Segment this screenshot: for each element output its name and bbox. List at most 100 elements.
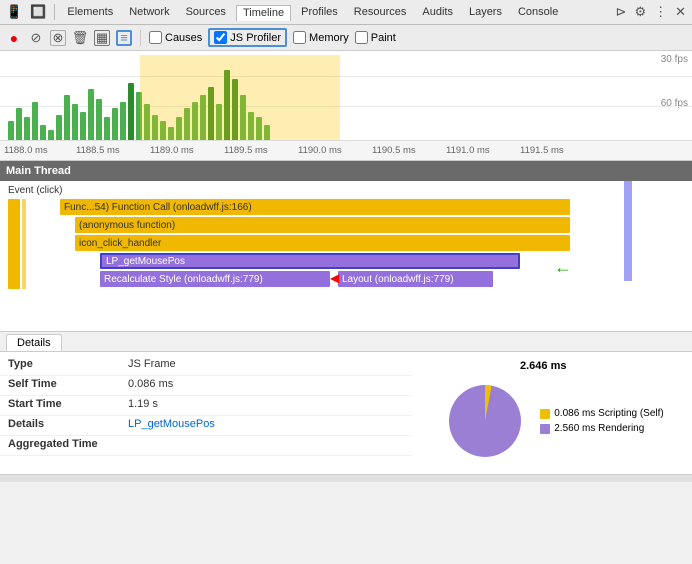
chart-bar-10 xyxy=(88,89,94,140)
yellow-thin-bar xyxy=(22,199,26,289)
chart-bar-11 xyxy=(96,99,102,140)
tab-timeline[interactable]: Timeline xyxy=(236,5,291,21)
settings-icon[interactable]: ⚙ xyxy=(632,4,648,20)
pie-section: 2.646 ms 0.086 ms Scripting (Self) xyxy=(412,352,692,474)
flame-bar-recalculate[interactable]: Recalculate Style (onloadwff.js:779) xyxy=(100,271,330,287)
causes-checkbox-label[interactable]: Causes xyxy=(149,31,202,44)
record-button[interactable]: ● xyxy=(6,30,22,46)
chart-bar-14 xyxy=(120,102,126,140)
tab-sources[interactable]: Sources xyxy=(180,5,232,19)
mobile-icon[interactable]: 📱 xyxy=(4,4,24,20)
flame-row-0: Event (click) xyxy=(0,181,692,199)
pie-legend: 0.086 ms Scripting (Self) 2.560 ms Rende… xyxy=(540,408,664,434)
flame-bar-anonymous[interactable]: (anonymous function) xyxy=(75,217,570,233)
memory-checkbox-label[interactable]: Memory xyxy=(293,31,349,44)
icon-click-handler-label: icon_click_handler xyxy=(79,238,161,249)
lp-getmousepos-link[interactable]: LP_getMousePos xyxy=(128,418,215,430)
paint-checkbox-label[interactable]: Paint xyxy=(355,31,396,44)
chart-bar-15 xyxy=(128,83,134,140)
flame-bar-layout[interactable]: Layout (onloadwff.js:779) xyxy=(338,271,493,287)
details-body: Type JS Frame Self Time 0.086 ms Start T… xyxy=(0,352,692,474)
legend-rendering: 2.560 ms Rendering xyxy=(540,423,664,434)
chart-bar-0 xyxy=(8,121,14,140)
flame-button[interactable]: ≡ xyxy=(116,30,132,46)
yellow-side-bar xyxy=(8,199,20,289)
flame-bar-function-call[interactable]: Func...54) Function Call (onloadwff.js:1… xyxy=(60,199,570,215)
main-thread-header: Main Thread xyxy=(0,161,692,181)
bars-container xyxy=(0,55,692,140)
memory-label: Memory xyxy=(309,32,349,44)
recalculate-label: Recalculate Style (onloadwff.js:779) xyxy=(104,274,263,285)
pie-container: 0.086 ms Scripting (Self) 2.560 ms Rende… xyxy=(440,376,664,466)
close-icon[interactable]: ✕ xyxy=(673,4,688,20)
js-profiler-checkbox-label[interactable]: JS Profiler xyxy=(214,31,281,44)
chart-bar-2 xyxy=(24,117,30,140)
tab-audits[interactable]: Audits xyxy=(416,5,459,19)
time-label-0: 1188.0 ms xyxy=(4,145,48,156)
flame-chart[interactable]: Event (click) Func...54) Function Call (… xyxy=(0,181,692,331)
detail-value-type: JS Frame xyxy=(128,358,176,370)
chart-bar-8 xyxy=(72,104,78,140)
more-icon[interactable]: ⋮ xyxy=(652,4,669,20)
timeline-toolbar: ● ⊘ ⊗ 🗑 ▦ ≡ Causes JS Profiler Memory Pa… xyxy=(0,25,692,51)
time-label-6: 1191.0 ms xyxy=(446,145,490,156)
event-click-label: Event (click) xyxy=(4,182,66,198)
chart-bar-7 xyxy=(64,95,70,140)
details-tabs: Details xyxy=(0,332,692,352)
chart-area[interactable]: 30 fps 60 fps 1188.0 ms 1188.5 ms 1189.0… xyxy=(0,51,692,161)
chart-bar-6 xyxy=(56,115,62,140)
tab-profiles[interactable]: Profiles xyxy=(295,5,344,19)
scripting-dot xyxy=(540,409,550,419)
func-call-label: Func...54) Function Call (onloadwff.js:1… xyxy=(64,202,252,213)
chart-bar-12 xyxy=(104,117,110,140)
tab-network[interactable]: Network xyxy=(123,5,175,19)
details-table: Type JS Frame Self Time 0.086 ms Start T… xyxy=(0,352,412,474)
detail-row-starttime: Start Time 1.19 s xyxy=(0,396,412,416)
time-label-2: 1189.0 ms xyxy=(150,145,194,156)
bottom-scrollbar[interactable] xyxy=(0,474,692,482)
tab-layers[interactable]: Layers xyxy=(463,5,508,19)
tab-resources[interactable]: Resources xyxy=(348,5,413,19)
detail-key-starttime: Start Time xyxy=(8,398,128,410)
expand-icon[interactable]: ⊳ xyxy=(614,4,629,20)
refresh-button[interactable]: ⊘ xyxy=(28,30,44,46)
trash-button[interactable]: 🗑 xyxy=(72,30,88,46)
detail-value-details: LP_getMousePos xyxy=(128,418,215,430)
rendering-dot xyxy=(540,424,550,434)
detail-key-selftime: Self Time xyxy=(8,378,128,390)
chart-button[interactable]: ▦ xyxy=(94,30,110,46)
nav-separator xyxy=(54,4,55,20)
pie-chart-svg xyxy=(440,376,530,466)
scripting-label: 0.086 ms Scripting (Self) xyxy=(554,408,664,419)
anonymous-label: (anonymous function) xyxy=(79,220,175,231)
lp-getmousepos-label: LP_getMousePos xyxy=(106,256,185,267)
filter-button[interactable]: ⊗ xyxy=(50,30,66,46)
memory-checkbox[interactable] xyxy=(293,31,306,44)
time-label-4: 1190.0 ms xyxy=(298,145,342,156)
chart-bar-3 xyxy=(32,102,38,140)
layout-label: Layout (onloadwff.js:779) xyxy=(342,274,454,285)
detail-row-aggregated: Aggregated Time xyxy=(0,436,412,456)
time-label-3: 1189.5 ms xyxy=(224,145,268,156)
inspect-icon[interactable]: 🔲 xyxy=(28,4,48,20)
time-label-7: 1191.5 ms xyxy=(520,145,564,156)
time-axis: 1188.0 ms 1188.5 ms 1189.0 ms 1189.5 ms … xyxy=(0,140,692,160)
flame-bar-icon-click[interactable]: icon_click_handler xyxy=(75,235,570,251)
purple-right-bar xyxy=(624,181,632,281)
rendering-label: 2.560 ms Rendering xyxy=(554,423,644,434)
tab-elements[interactable]: Elements xyxy=(61,5,119,19)
green-arrow: ← xyxy=(554,257,572,278)
js-profiler-checkbox[interactable] xyxy=(214,31,227,44)
paint-checkbox[interactable] xyxy=(355,31,368,44)
chart-bar-1 xyxy=(16,108,22,140)
flame-bar-lp-getmousepos[interactable]: LP_getMousePos xyxy=(100,253,520,269)
chart-bar-9 xyxy=(80,112,86,140)
tab-console[interactable]: Console xyxy=(512,5,564,19)
pie-total-time: 2.646 ms xyxy=(520,360,566,372)
detail-key-type: Type xyxy=(8,358,128,370)
detail-row-selftime: Self Time 0.086 ms xyxy=(0,376,412,396)
tab-details[interactable]: Details xyxy=(6,334,62,351)
causes-checkbox[interactable] xyxy=(149,31,162,44)
chart-bar-4 xyxy=(40,125,46,140)
js-profiler-box: JS Profiler xyxy=(208,28,287,47)
